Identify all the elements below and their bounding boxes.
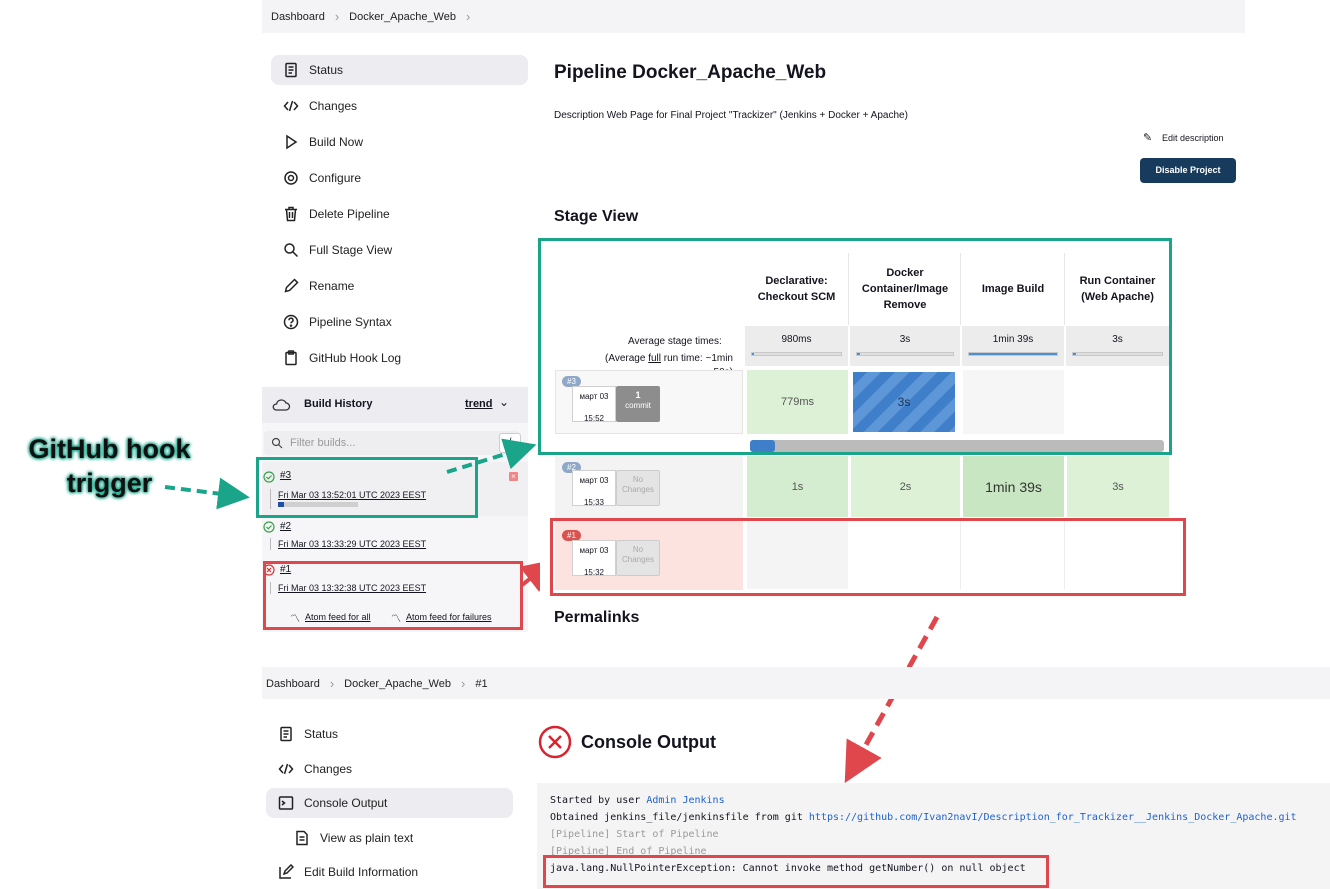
console-text: Started by user [550, 795, 647, 806]
edit-description-link[interactable]: Edit description [1162, 133, 1224, 143]
run-date: март 03 15:33 [572, 470, 616, 507]
highlight-stage-run-1 [550, 518, 1186, 596]
sidebar-item-label: Console Output [304, 796, 388, 810]
arrow-build-to-stage [446, 438, 537, 474]
stage-cell[interactable]: 3s [1066, 455, 1170, 518]
stage-cell[interactable]: 1s [746, 455, 849, 518]
bottom-sidebar-status[interactable]: Status [266, 719, 512, 749]
failure-icon [538, 725, 572, 759]
run-changes-line1: No [632, 475, 644, 484]
chevron-right-icon: › [460, 676, 466, 691]
run-changes[interactable]: No Changes [616, 470, 660, 506]
highlight-stage-run-3 [538, 238, 1172, 455]
breadcrumb-job[interactable]: Docker_Apache_Web [344, 678, 451, 690]
bottom-sidebar-edit-build-info[interactable]: Edit Build Information [266, 857, 512, 887]
disable-project-button[interactable]: Disable Project [1140, 158, 1236, 183]
chevron-right-icon: › [329, 676, 335, 691]
sidebar-item-label: Edit Build Information [304, 865, 419, 879]
bottom-sidebar-console-output[interactable]: Console Output [266, 788, 513, 818]
highlight-console-error [543, 855, 1049, 888]
stage-cell[interactable]: 2s [850, 455, 961, 518]
console-line: Obtained jenkins_file/jenkinsfile from g… [550, 812, 1297, 823]
document-icon [296, 830, 308, 846]
terminal-icon [278, 796, 294, 810]
console-line: Started by user Admin Jenkins [550, 795, 725, 806]
breadcrumb-build[interactable]: #1 [475, 678, 487, 690]
permalinks-title: Permalinks [554, 609, 640, 626]
pencil-icon: ✎ [1143, 132, 1153, 144]
console-output-title: Console Output [581, 732, 716, 752]
arrow-hook-to-build [164, 477, 250, 510]
sidebar-item-label: View as plain text [320, 831, 414, 845]
page-title: Pipeline Docker_Apache_Web [554, 62, 827, 83]
console-text: Obtained jenkins_file/jenkinsfile from g… [550, 812, 809, 823]
console-line: [Pipeline] Start of Pipeline [550, 829, 719, 840]
sidebar-item-label: Status [304, 727, 339, 741]
bottom-breadcrumb: Dashboard › Docker_Apache_Web › #1 [266, 676, 488, 691]
stage-view-title: Stage View [554, 208, 639, 225]
stage-cell[interactable]: 1min 39s [962, 455, 1065, 518]
bottom-sidebar-changes[interactable]: Changes [266, 754, 512, 784]
edit-icon [279, 864, 294, 879]
breadcrumb-dashboard[interactable]: Dashboard [266, 678, 320, 690]
document-icon [280, 726, 292, 742]
run-date-time: 15:33 [583, 498, 605, 507]
console-user-link[interactable]: Admin Jenkins [646, 795, 724, 806]
sidebar-item-label: Changes [304, 762, 353, 776]
console-git-url-link[interactable]: https://github.com/Ivan2navI/Description… [809, 812, 1297, 823]
bottom-sidebar-plain-text[interactable]: View as plain text [282, 823, 512, 853]
run-date-day: март 03 [579, 476, 609, 485]
run-changes-line2: Changes [621, 485, 655, 494]
code-icon [278, 763, 294, 775]
job-description: Description Web Page for Final Project "… [554, 110, 908, 121]
